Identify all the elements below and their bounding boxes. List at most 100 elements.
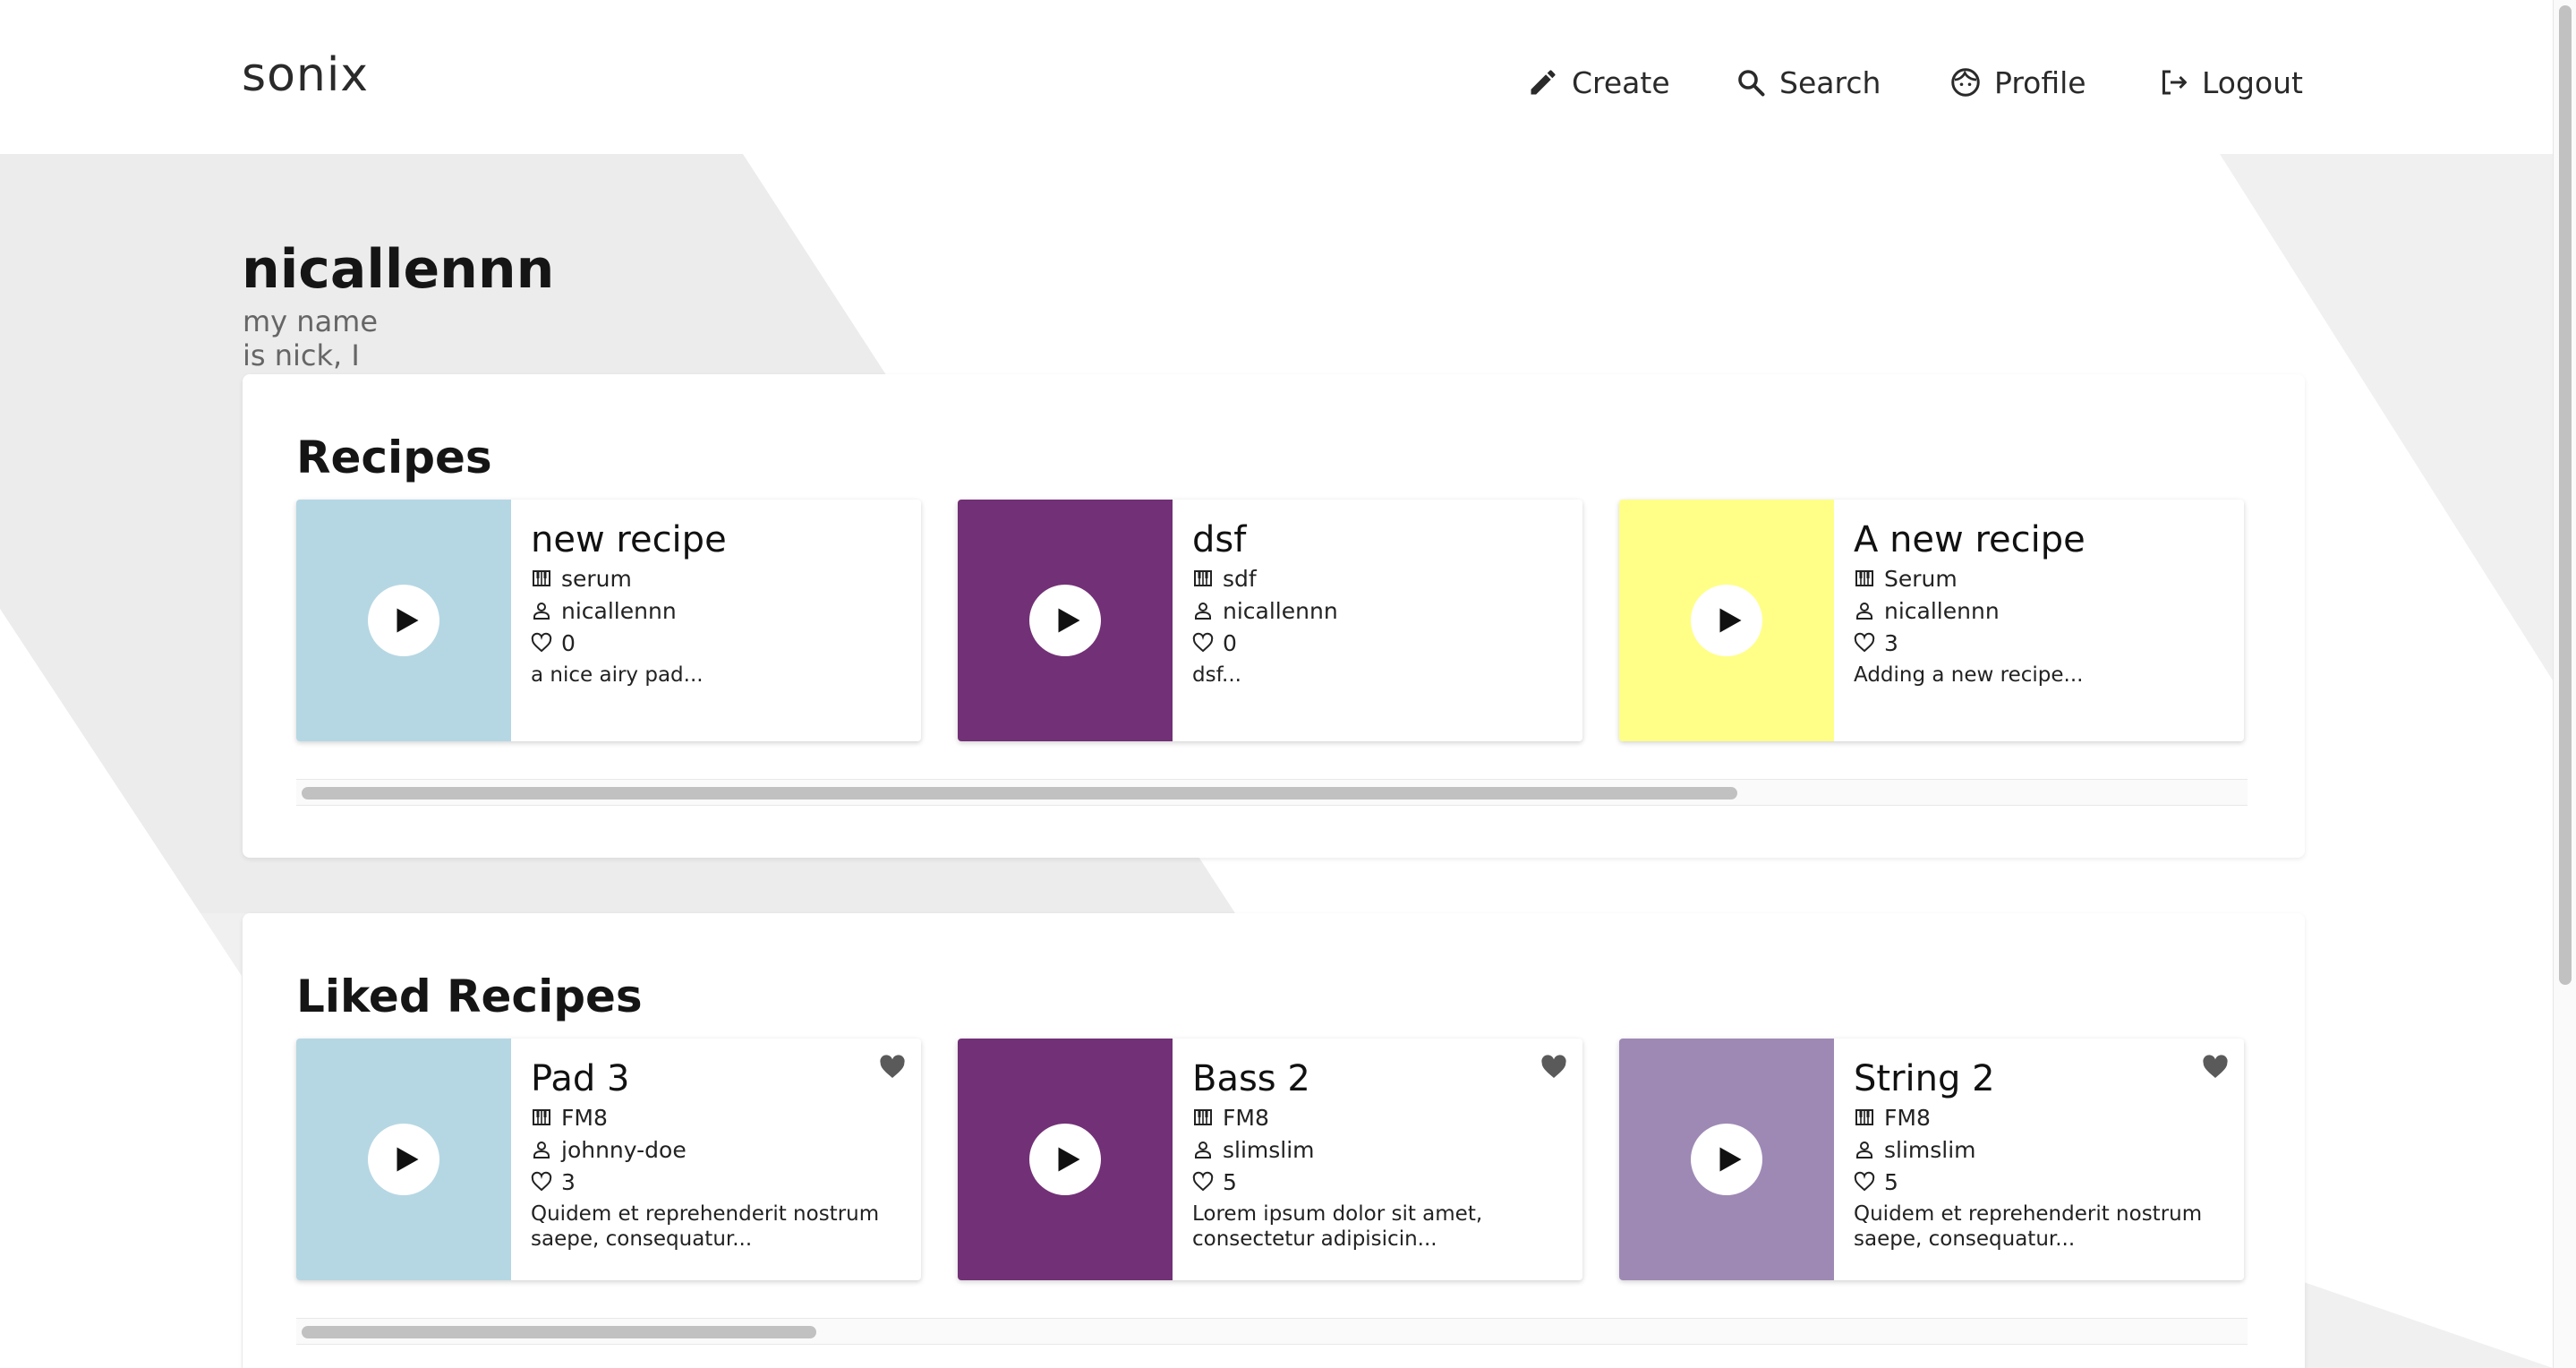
liked-recipes-scrollbar[interactable] xyxy=(296,1318,2248,1345)
recipe-title[interactable]: String 2 xyxy=(1854,1056,2226,1101)
liked-recipe-card[interactable]: String 2 FM8 slimslim 5 Quidem et repreh… xyxy=(1619,1039,2244,1280)
nav-profile[interactable]: Profile xyxy=(1949,61,2086,104)
play-button[interactable] xyxy=(368,1124,439,1195)
recipe-likes: 3 xyxy=(531,1166,903,1198)
recipe-synth: FM8 xyxy=(531,1101,903,1133)
nav-search-label: Search xyxy=(1779,64,1881,100)
piano-icon xyxy=(533,1109,550,1125)
logout-icon xyxy=(2162,70,2187,95)
recipe-author: slimslim xyxy=(1192,1133,1565,1166)
heart-outline-icon xyxy=(1192,632,1214,653)
recipe-likes: 0 xyxy=(1192,627,1565,659)
recipes-list: new recipe serum nicallennn 0 a nice air… xyxy=(296,500,2248,741)
user-icon xyxy=(533,1141,550,1159)
recipe-author: johnny-doe xyxy=(531,1133,903,1166)
profile-username: nicallennn xyxy=(242,238,555,301)
play-button[interactable] xyxy=(1691,585,1762,656)
recipe-thumbnail xyxy=(958,1039,1173,1280)
recipe-title[interactable]: Bass 2 xyxy=(1192,1056,1565,1101)
recipe-description: Lorem ipsum dolor sit amet, consectetur … xyxy=(1192,1202,1483,1251)
recipe-synth: serum xyxy=(531,562,903,594)
piano-icon xyxy=(1194,570,1212,586)
recipe-likes: 5 xyxy=(1192,1166,1565,1198)
piano-icon xyxy=(1194,1109,1212,1125)
liked-recipe-card[interactable]: Pad 3 FM8 johnny-doe 3 Quidem et reprehe… xyxy=(296,1039,921,1280)
recipe-likes: 3 xyxy=(1854,627,2226,659)
play-button[interactable] xyxy=(1029,1124,1101,1195)
recipe-author: nicallennn xyxy=(1192,594,1565,627)
recipe-thumbnail xyxy=(958,500,1173,741)
piano-icon xyxy=(533,570,550,586)
recipe-likes: 0 xyxy=(531,627,903,659)
recipe-description: Adding a new recipe... xyxy=(1854,663,2084,687)
play-icon xyxy=(1719,1147,1742,1172)
page-scrollbar-thumb[interactable] xyxy=(2559,5,2572,985)
recipe-author: nicallennn xyxy=(1854,594,2226,627)
heart-filled-icon[interactable] xyxy=(2201,1053,2230,1082)
recipe-thumbnail xyxy=(296,500,511,741)
nav-logout[interactable]: Logout xyxy=(2157,61,2303,104)
user-icon xyxy=(1195,603,1211,620)
play-button[interactable] xyxy=(1029,585,1101,656)
recipes-title: Recipes xyxy=(296,432,492,483)
recipe-title[interactable]: Pad 3 xyxy=(531,1056,903,1101)
recipe-author: nicallennn xyxy=(531,594,903,627)
liked-recipes-scrollbar-thumb[interactable] xyxy=(302,1326,816,1338)
play-icon xyxy=(397,608,419,633)
recipe-description: dsf... xyxy=(1192,663,1241,687)
play-icon xyxy=(397,1147,419,1172)
heart-outline-icon xyxy=(531,1171,552,1192)
recipe-synth: sdf xyxy=(1192,562,1565,594)
heart-outline-icon xyxy=(1854,1171,1875,1192)
recipe-title[interactable]: dsf xyxy=(1192,517,1565,562)
recipe-thumbnail xyxy=(1619,500,1834,741)
recipe-card[interactable]: new recipe serum nicallennn 0 a nice air… xyxy=(296,500,921,741)
liked-recipes-panel: Liked Recipes Pad 3 FM8 johnny-doe 3 Qui… xyxy=(243,913,2305,1368)
nav-profile-label: Profile xyxy=(1994,64,2086,100)
recipe-card[interactable]: dsf sdf nicallennn 0 dsf... xyxy=(958,500,1582,741)
recipe-synth: Serum xyxy=(1854,562,2226,594)
recipe-thumbnail xyxy=(1619,1039,1834,1280)
recipes-scrollbar[interactable] xyxy=(296,779,2248,806)
liked-recipe-card[interactable]: Bass 2 FM8 slimslim 5 Lorem ipsum dolor … xyxy=(958,1039,1582,1280)
nav-search[interactable]: Search xyxy=(1735,61,1881,104)
recipe-title[interactable]: new recipe xyxy=(531,517,903,562)
recipe-author: slimslim xyxy=(1854,1133,2226,1166)
recipe-synth: FM8 xyxy=(1192,1101,1565,1133)
face-icon xyxy=(1951,68,1980,97)
nav-create-label: Create xyxy=(1572,64,1670,100)
user-icon xyxy=(1856,603,1872,620)
page-scrollbar[interactable] xyxy=(2553,0,2576,1368)
heart-filled-icon[interactable] xyxy=(1540,1053,1568,1082)
recipe-description: Quidem et reprehenderit nostrum saepe, c… xyxy=(531,1202,880,1251)
heart-outline-icon xyxy=(1192,1171,1214,1192)
nav-logout-label: Logout xyxy=(2202,64,2303,100)
play-icon xyxy=(1058,1147,1080,1172)
piano-icon xyxy=(1855,1109,1873,1125)
recipe-title[interactable]: A new recipe xyxy=(1854,517,2226,562)
play-button[interactable] xyxy=(368,585,439,656)
user-icon xyxy=(533,603,550,620)
nav-create[interactable]: Create xyxy=(1527,61,1670,104)
recipe-likes: 5 xyxy=(1854,1166,2226,1198)
recipes-scrollbar-thumb[interactable] xyxy=(302,787,1737,799)
brand-logo[interactable]: sonix xyxy=(242,48,369,102)
play-icon xyxy=(1058,608,1080,633)
top-navbar: sonix Create Search Profile Logout xyxy=(0,0,2553,154)
search-icon xyxy=(1738,70,1765,97)
recipe-description: a nice airy pad... xyxy=(531,663,704,687)
heart-outline-icon xyxy=(531,632,552,653)
recipe-description: Quidem et reprehenderit nostrum saepe, c… xyxy=(1854,1202,2203,1251)
liked-recipes-title: Liked Recipes xyxy=(296,970,643,1022)
piano-icon xyxy=(1855,570,1873,586)
recipe-card[interactable]: A new recipe Serum nicallennn 3 Adding a… xyxy=(1619,500,2244,741)
heart-filled-icon[interactable] xyxy=(878,1053,907,1082)
recipe-thumbnail xyxy=(296,1039,511,1280)
play-button[interactable] xyxy=(1691,1124,1762,1195)
user-icon xyxy=(1856,1141,1872,1159)
recipes-panel: Recipes new recipe serum nicallennn 0 a … xyxy=(243,374,2305,858)
recipe-synth: FM8 xyxy=(1854,1101,2226,1133)
heart-outline-icon xyxy=(1854,632,1875,653)
pencil-icon xyxy=(1531,70,1556,95)
play-icon xyxy=(1719,608,1742,633)
